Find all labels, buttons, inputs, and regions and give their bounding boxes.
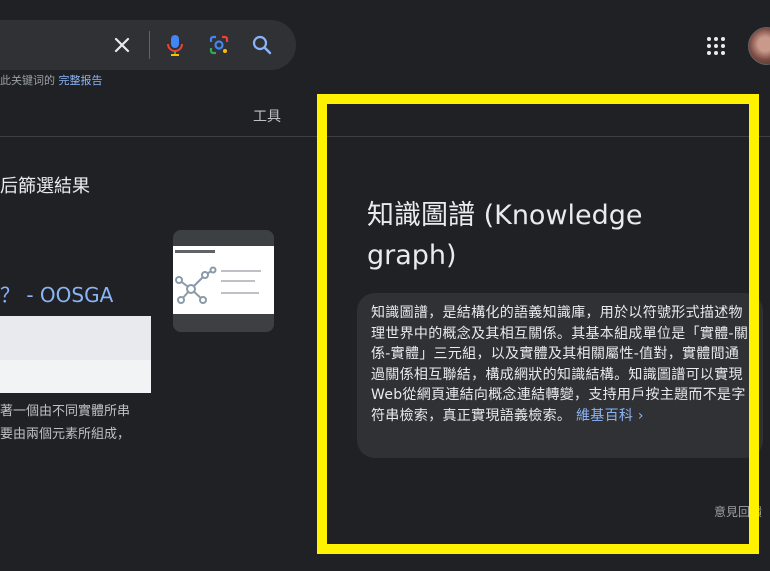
result-title-link[interactable]: ？ - OOSGA	[0, 279, 113, 308]
avatar[interactable]	[748, 27, 770, 65]
snippet-line: 著一個由不同實體所串	[0, 404, 131, 419]
tools-button[interactable]: 工具	[253, 106, 281, 126]
microphone-icon[interactable]	[163, 33, 187, 57]
search-icon[interactable]	[250, 33, 274, 57]
full-report-link[interactable]: 完整报告	[59, 74, 103, 87]
filter-notice: 后篩選結果	[0, 176, 90, 197]
knowledge-panel-description-card: 知識圖譜，是結構化的語義知識庫，用於以符號形式描述物理世界中的概念及其相互關係。…	[357, 293, 763, 458]
description-text: 知識圖譜，是結構化的語義知識庫，用於以符號形式描述物理世界中的概念及其相互關係。…	[371, 305, 749, 424]
apps-grid-icon[interactable]	[706, 36, 726, 56]
feedback-link[interactable]: 意見回饋	[714, 503, 762, 520]
knowledge-panel-title: 知識圖譜 (Knowledge graph)	[367, 200, 643, 271]
wikipedia-link[interactable]: 維基百科 ›	[576, 408, 644, 424]
search-divider	[149, 31, 150, 59]
result-thumbnail[interactable]	[173, 230, 274, 332]
meta-prefix: 此关键词的	[0, 74, 55, 87]
knowledge-panel-description: 知識圖譜，是結構化的語義知識庫，用於以符號形式描述物理世界中的概念及其相互關係。…	[371, 303, 751, 426]
search-meta-line: 此关键词的 完整报告	[0, 72, 103, 88]
preview-band	[0, 316, 151, 360]
result-snippet: 著一個由不同實體所串 要由兩個元素所組成，	[0, 400, 160, 446]
clear-icon[interactable]	[110, 33, 134, 57]
camera-lens-icon[interactable]	[207, 33, 231, 57]
search-bar[interactable]	[0, 20, 296, 70]
more-vert-icon[interactable]	[751, 229, 759, 245]
snippet-line: 要由兩個元素所組成，	[0, 427, 131, 442]
result-preview-image	[0, 316, 151, 393]
